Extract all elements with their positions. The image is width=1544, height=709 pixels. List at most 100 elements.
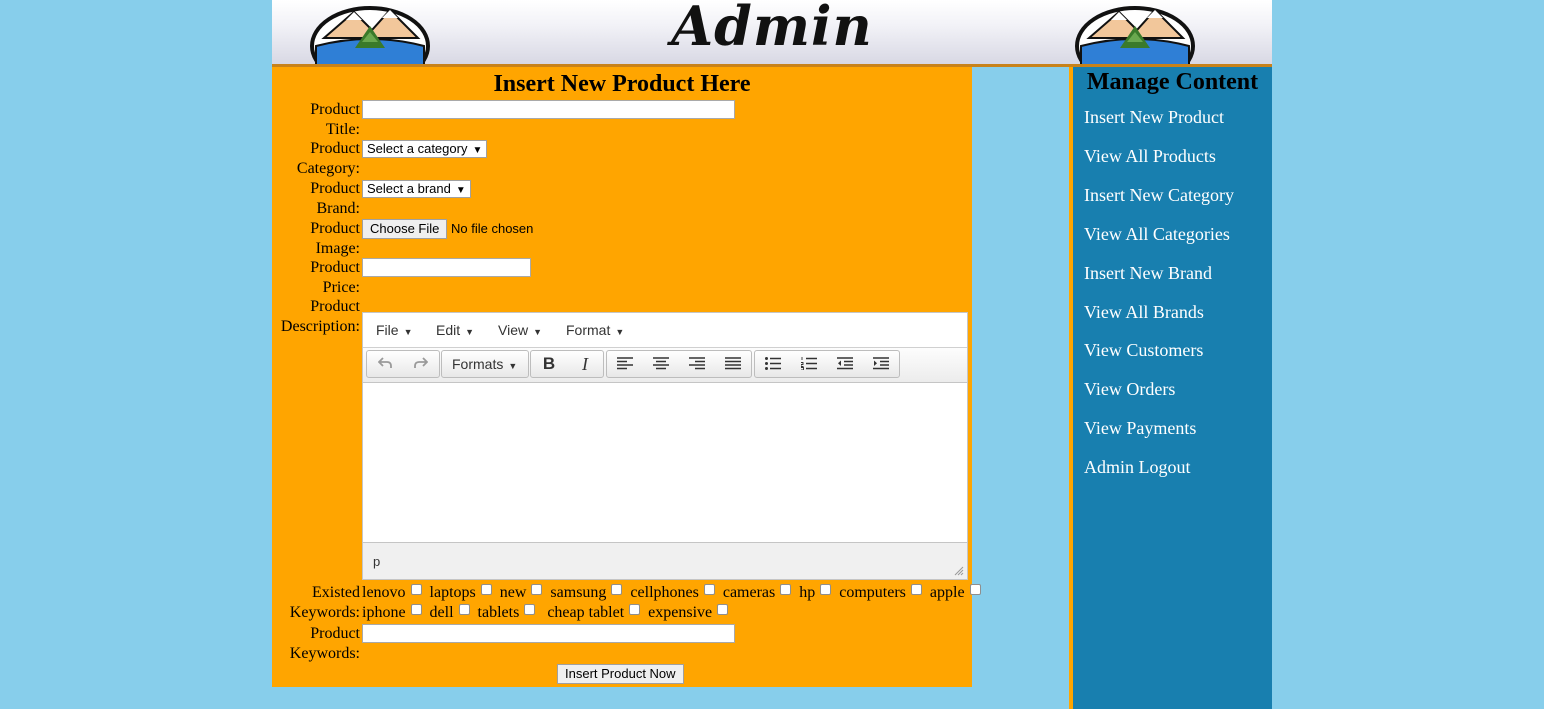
keyword-checkbox[interactable]: [820, 584, 832, 595]
label-line: Price:: [322, 278, 360, 296]
label-line: Description:: [280, 317, 360, 335]
element-path[interactable]: p: [373, 554, 380, 569]
keyword-label: tablets: [477, 604, 520, 621]
align-center-button[interactable]: [643, 351, 679, 377]
menu-file[interactable]: File ▼: [376, 322, 412, 338]
outdent-icon: [837, 357, 853, 370]
menu-label: File: [376, 322, 399, 338]
rich-text-editor: File ▼ Edit ▼ View ▼ Format ▼ Formats ▼: [362, 312, 968, 580]
keyword-label: apple: [929, 584, 965, 601]
outdent-button[interactable]: [827, 351, 863, 377]
align-right-button[interactable]: [679, 351, 715, 377]
keyword-option: dell: [430, 603, 470, 622]
formats-label: Formats ▼: [452, 356, 517, 372]
keyword-option: cellphones: [630, 583, 715, 602]
keyword-checkbox[interactable]: [531, 584, 543, 595]
sidebar-link-view-customers[interactable]: View Customers: [1084, 340, 1203, 361]
keyword-label: iphone: [362, 604, 406, 621]
product-image-label: Product Image:: [272, 219, 360, 258]
product-price-input[interactable]: [362, 258, 531, 277]
formats-dropdown[interactable]: Formats ▼: [441, 350, 529, 378]
keyword-checkbox[interactable]: [629, 604, 641, 615]
keyword-option: expensive: [648, 603, 729, 622]
keyword-option: lenovo: [362, 583, 422, 602]
brand-select[interactable]: Select a brand ▼: [362, 180, 471, 198]
bullet-list-button[interactable]: [755, 351, 791, 377]
insert-product-form: Insert New Product Here Product Title: P…: [272, 67, 981, 687]
label-line: Existed: [312, 584, 360, 601]
choose-file-button[interactable]: Choose File: [362, 219, 448, 239]
keyword-option: apple: [930, 583, 981, 602]
caret-down-icon: ▼: [403, 327, 413, 337]
insert-product-button[interactable]: Insert Product Now: [557, 664, 684, 684]
undo-button[interactable]: [367, 351, 403, 377]
label-line: Product: [310, 220, 360, 237]
align-left-icon: [617, 357, 633, 370]
keyword-checkbox[interactable]: [410, 584, 422, 595]
keyword-row-1: lenovo laptops new samsung cellphones ca…: [362, 583, 985, 602]
keyword-label: laptops: [429, 584, 476, 601]
menu-edit[interactable]: Edit ▼: [436, 322, 474, 338]
file-status-text: No file chosen: [451, 221, 534, 236]
keyword-checkbox[interactable]: [717, 604, 729, 615]
editor-toolbar: Formats ▼ B I: [363, 348, 967, 383]
sidebar-link-view-payments[interactable]: View Payments: [1084, 418, 1196, 439]
resize-handle-icon[interactable]: [954, 566, 964, 576]
editor-menubar: File ▼ Edit ▼ View ▼ Format ▼: [363, 313, 967, 348]
keyword-checkbox[interactable]: [410, 604, 422, 615]
sidebar-link-view-orders[interactable]: View Orders: [1084, 379, 1175, 400]
keyword-option: hp: [799, 583, 832, 602]
caret-down-icon: ▼: [465, 327, 475, 337]
indent-button[interactable]: [863, 351, 899, 377]
align-justify-button[interactable]: [715, 351, 751, 377]
product-keywords-input[interactable]: [362, 624, 735, 643]
numbered-list-button[interactable]: [791, 351, 827, 377]
product-title-input[interactable]: [362, 100, 735, 119]
header-banner: Admin: [272, 0, 1272, 67]
label-line: Product: [310, 298, 360, 315]
keyword-checkbox[interactable]: [703, 584, 715, 595]
keyword-checkbox[interactable]: [910, 584, 922, 595]
form-heading: Insert New Product Here: [493, 71, 751, 97]
keyword-label: dell: [429, 604, 454, 621]
label-line: Product: [310, 101, 360, 118]
italic-button[interactable]: I: [567, 351, 603, 377]
keyword-option: cheap tablet: [543, 603, 641, 622]
sidebar-link-view-products[interactable]: View All Products: [1084, 146, 1216, 167]
label-line: Product: [310, 140, 360, 157]
sidebar-link-admin-logout[interactable]: Admin Logout: [1084, 457, 1191, 478]
keyword-row-2: iphone dell tablets cheap tablet expensi…: [362, 603, 732, 622]
keyword-checkbox[interactable]: [780, 584, 792, 595]
label-line: Keywords:: [289, 644, 360, 662]
bold-button[interactable]: B: [531, 351, 567, 377]
category-select-value: Select a category: [367, 141, 468, 156]
keyword-checkbox[interactable]: [611, 584, 623, 595]
keyword-checkbox[interactable]: [524, 604, 536, 615]
sidebar-link-insert-product[interactable]: Insert New Product: [1084, 107, 1224, 128]
sidebar-title: Manage Content: [1086, 69, 1259, 95]
keyword-checkbox[interactable]: [480, 584, 492, 595]
numbered-list-icon: [800, 357, 817, 371]
editor-content-area[interactable]: [363, 383, 967, 543]
sidebar-link-insert-brand[interactable]: Insert New Brand: [1084, 263, 1212, 284]
keyword-checkbox[interactable]: [458, 604, 470, 615]
keyword-option: new: [500, 583, 543, 602]
keyword-option: laptops: [430, 583, 492, 602]
product-description-label: Product Description:: [272, 297, 360, 336]
keyword-option: tablets: [478, 603, 536, 622]
keyword-checkbox[interactable]: [969, 584, 981, 595]
menu-label: Edit: [436, 322, 461, 338]
sidebar-link-view-brands[interactable]: View All Brands: [1084, 302, 1204, 323]
category-select[interactable]: Select a category ▼: [362, 140, 488, 158]
menu-label: View: [498, 322, 529, 338]
redo-button[interactable]: [403, 351, 439, 377]
menu-format[interactable]: Format ▼: [566, 322, 624, 338]
menu-view[interactable]: View ▼: [498, 322, 542, 338]
keyword-label: expensive: [648, 604, 713, 621]
brand-select-value: Select a brand: [367, 181, 451, 196]
sidebar-link-view-categories[interactable]: View All Categories: [1084, 224, 1230, 245]
formats-text: Formats: [452, 356, 504, 372]
align-left-button[interactable]: [607, 351, 643, 377]
undo-icon: [377, 357, 392, 368]
sidebar-link-insert-category[interactable]: Insert New Category: [1084, 185, 1234, 206]
